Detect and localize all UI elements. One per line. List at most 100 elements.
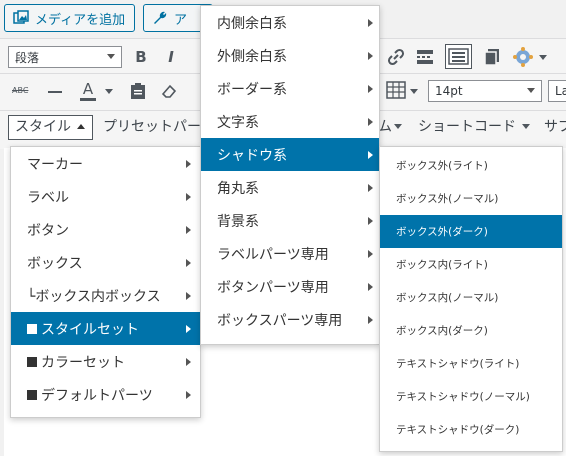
chevron-down-icon[interactable] [410,89,418,94]
shadow-menu-item[interactable]: ボックス外(ノーマル) [380,182,562,215]
chevron-right-icon [186,160,191,168]
chevron-down-icon[interactable] [539,55,547,60]
keyboard-icon [448,48,469,65]
chevron-down-icon[interactable] [105,89,113,94]
styleset-menu-item-label: 角丸系 [217,180,259,197]
shadow-menu-item[interactable]: ボックス外(ダーク) [380,215,562,248]
shadow-menu-item-label: ボックス内(ノーマル) [396,292,499,304]
text-color-button[interactable]: A [80,81,96,103]
sub-menu-button[interactable]: サブ [544,116,566,138]
style-menu-item[interactable]: ボックス [11,246,200,279]
shadow-menu-item[interactable]: テキストシャドウ(ノーマル) [380,380,562,413]
chevron-right-icon [186,193,191,201]
horizontal-line-button[interactable] [48,91,62,93]
style-menu-item-label: デフォルトパーツ [41,387,153,404]
styleset-menu-item[interactable]: 背景系 [201,204,379,237]
font-size-select[interactable]: 14pt [428,80,542,102]
style-menu-label: スタイル [15,119,71,135]
toolbar-toggle-button[interactable] [445,44,472,69]
style-menu-item-label: ボタン [27,222,69,239]
shadow-menu-item-label: ボックス内(ダーク) [396,325,488,337]
item-menu-button[interactable]: ム [378,116,392,138]
shadow-menu-item-label: テキストシャドウ(ノーマル) [396,391,530,403]
style-menu-item[interactable]: ボタン [11,213,200,246]
chevron-right-icon [368,316,373,324]
chevron-right-icon [186,391,191,399]
style-menu-item-label: ラベル [27,189,69,206]
bold-button[interactable]: B [132,46,150,68]
chevron-right-icon [368,283,373,291]
chevron-right-icon [368,19,373,27]
style-menu-item[interactable]: デフォルトパーツ [11,378,200,411]
style-menu-button[interactable]: スタイル [8,115,93,140]
styleset-menu-item[interactable]: 外側余白系 [201,39,379,72]
style-menu-item-label: マーカー [27,156,83,173]
shadow-menu-item[interactable]: テキストシャドウ(ダーク) [380,413,562,446]
shadow-menu-item-label: ボックス外(ダーク) [396,226,488,238]
square-icon [27,323,37,334]
styleset-menu-item[interactable]: 文字系 [201,105,379,138]
style-menu-item[interactable]: ラベル [11,180,200,213]
chevron-right-icon [186,259,191,267]
preset-menu-button[interactable]: プリセットパー [103,116,201,138]
square-icon [27,356,37,367]
font-family-value: La [555,84,566,98]
styleset-menu-item[interactable]: ボックスパーツ専用 [201,303,379,336]
chevron-right-icon [186,358,191,366]
shadow-menu-item-label: テキストシャドウ(ライト) [396,358,520,370]
second-media-label: ア [174,12,188,28]
shadow-menu-item[interactable]: ボックス外(ライト) [380,149,562,182]
styleset-menu-item-label: 背景系 [217,213,259,230]
square-icon [27,389,37,400]
styleset-menu-item[interactable]: シャドウ系 [201,138,379,171]
style-menu-item[interactable]: マーカー [11,147,200,180]
styleset-menu-item-label: ラベルパーツ専用 [217,246,329,263]
wrench-icon [154,11,167,24]
table-icon[interactable] [386,81,406,99]
italic-button[interactable]: I [162,46,180,68]
styleset-menu-item-label: 内側余白系 [217,15,287,32]
add-media-button[interactable]: メディアを追加 [4,4,135,32]
styleset-menu-item-label: 外側余白系 [217,48,287,65]
chevron-right-icon [368,85,373,93]
styleset-menu-item-label: ボーダー系 [217,81,287,98]
styleset-menu-item-label: 文字系 [217,114,259,131]
shadow-menu-item[interactable]: ボックス内(ダーク) [380,314,562,347]
shadow-menu-item[interactable]: テキストシャドウ(ライト) [380,347,562,380]
style-menu-item[interactable]: スタイルセット [11,312,200,345]
style-menu-item[interactable]: └ボックス内ボックス [11,279,200,312]
more-tag-icon[interactable] [416,48,434,66]
style-menu-item[interactable]: カラーセット [11,345,200,378]
style-menu-item-label: └ボックス内ボックス [27,288,161,305]
font-family-select[interactable]: La [548,80,566,102]
styleset-menu-item[interactable]: 角丸系 [201,171,379,204]
format-select[interactable]: 段落 [8,46,122,68]
shadow-menu-item[interactable]: ボックス内(ライト) [380,248,562,281]
eraser-icon[interactable] [161,83,177,99]
chevron-right-icon [186,226,191,234]
paste-text-icon[interactable] [130,82,146,100]
shadow-menu-item[interactable]: ボックス内(ノーマル) [380,281,562,314]
styleset-menu-item[interactable]: ボタンパーツ専用 [201,270,379,303]
chevron-right-icon [186,325,191,333]
copy-icon[interactable] [483,48,501,66]
styleset-menu-item[interactable]: ボーダー系 [201,72,379,105]
styleset-menu-item-label: ボックスパーツ専用 [217,312,343,329]
media-icon [13,10,29,24]
link-icon[interactable] [387,48,405,66]
styleset-menu-item[interactable]: ラベルパーツ専用 [201,237,379,270]
font-size-value: 14pt [435,84,463,98]
shadow-menu-item-label: テキストシャドウ(ダーク) [396,424,520,436]
chevron-right-icon [368,217,373,225]
chevron-right-icon [368,52,373,60]
shadow-menu-item-label: ボックス外(ノーマル) [396,193,499,205]
gear-icon[interactable] [512,46,534,68]
styleset-menu-item[interactable]: 内側余白系 [201,6,379,39]
chevron-right-icon [368,118,373,126]
format-select-value: 段落 [15,50,40,65]
shortcode-menu-button[interactable]: ショートコード [418,116,516,138]
chevron-right-icon [368,151,373,159]
shadow-menu-item-label: ボックス内(ライト) [396,259,488,271]
styleset-menu-item-label: シャドウ系 [217,147,287,164]
strikethrough-button[interactable]: ABC [12,80,28,102]
